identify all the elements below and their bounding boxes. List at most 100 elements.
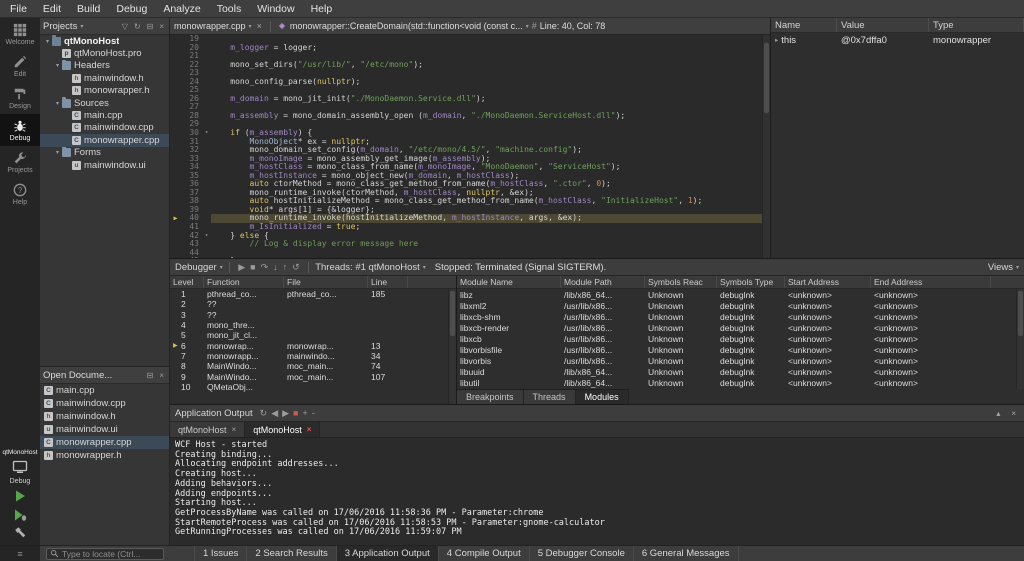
tree-item[interactable]: ▾Headers	[40, 60, 169, 72]
tree-item[interactable]: mainwindow.ui	[40, 159, 169, 171]
menu-debug[interactable]: Debug	[108, 0, 155, 17]
close-tab-icon[interactable]: ×	[307, 425, 312, 434]
close-document-icon[interactable]: ×	[255, 21, 264, 31]
close-pane-icon[interactable]: ×	[157, 371, 166, 380]
editor-scrollbar[interactable]	[762, 35, 770, 258]
stack-frame[interactable]: 7monowrapp...mainwindo...34	[170, 351, 456, 361]
scrollbar-thumb[interactable]	[450, 291, 455, 336]
open-document-item[interactable]: main.cpp	[40, 384, 169, 397]
tree-item[interactable]: mainwindow.cpp	[40, 122, 169, 134]
open-document-item[interactable]: mainwindow.h	[40, 410, 169, 423]
output-pane-button-5[interactable]: 5 Debugger Console	[530, 546, 634, 561]
locator-input[interactable]	[62, 549, 160, 559]
stack-frame[interactable]: 8MainWindo...moc_main...74	[170, 361, 456, 371]
stack-frame[interactable]: ▶6monowrap...monowrap...13	[170, 340, 456, 350]
module-row[interactable]: libvorbisfile/usr/lib/x86...Unknowndebug…	[457, 344, 1024, 355]
close-pane-icon[interactable]: ×	[1008, 409, 1019, 418]
locals-column-header[interactable]: Type	[929, 18, 1024, 32]
open-document-item[interactable]: mainwindow.ui	[40, 423, 169, 436]
views-button[interactable]: Views ▾	[988, 262, 1019, 273]
modules-column-header[interactable]: Module Name	[457, 276, 561, 288]
tree-item[interactable]: monowrapper.h	[40, 85, 169, 97]
menu-help[interactable]: Help	[303, 0, 341, 17]
run-button[interactable]	[12, 488, 28, 504]
module-row[interactable]: libuuid/lib/x86_64...Unknowndebuglnk<unk…	[457, 366, 1024, 377]
locals-column-header[interactable]: Name	[771, 18, 837, 32]
continue-icon[interactable]: ▶	[236, 262, 248, 273]
modules-column-header[interactable]: End Address	[871, 276, 991, 288]
code-line[interactable]: 44	[170, 249, 762, 258]
debugger-tab-modules[interactable]: Modules	[576, 390, 629, 404]
scrollbar-thumb[interactable]	[1018, 291, 1023, 336]
locals-column-header[interactable]: Value	[837, 18, 929, 32]
open-document-item[interactable]: monowrapper.h	[40, 449, 169, 462]
stack-column-header[interactable]: Line	[368, 276, 408, 288]
module-row[interactable]: libxml2/usr/lib/x86...Unknowndebuglnk<un…	[457, 300, 1024, 311]
mode-projects[interactable]: Projects	[0, 146, 40, 178]
output-console[interactable]: WCF Host - startedCreating binding...All…	[170, 438, 1024, 545]
debug-run-button[interactable]	[12, 507, 28, 523]
modules-column-header[interactable]: Symbols Reac	[645, 276, 717, 288]
tree-item[interactable]: main.cpp	[40, 109, 169, 121]
output-pane-button-4[interactable]: 4 Compile Output	[439, 546, 530, 561]
close-pane-icon[interactable]: ×	[157, 22, 166, 31]
pane-selector-dropdown[interactable]: Projects ▾	[43, 21, 118, 32]
tree-item[interactable]: ▾Sources	[40, 97, 169, 109]
mode-edit[interactable]: Edit	[0, 50, 40, 82]
mode-help[interactable]: ?Help	[0, 178, 40, 210]
stack-scrollbar[interactable]	[448, 289, 456, 404]
tree-item[interactable]: ▾Forms	[40, 147, 169, 159]
locator[interactable]	[46, 548, 164, 560]
split-icon[interactable]: ⊟	[145, 22, 156, 31]
output-pane-button-3[interactable]: 3 Application Output	[337, 546, 439, 561]
step-out-icon[interactable]: ↑	[280, 262, 290, 272]
stack-frame[interactable]: 10QMetaObj...	[170, 382, 456, 392]
code-line[interactable]: 26 m_domain = mono_jit_init("./MonoDaemo…	[170, 95, 762, 104]
stack-frame[interactable]: 1pthread_co...pthread_co...185	[170, 289, 456, 299]
code-line[interactable]: 43 // Log & display error message here	[170, 240, 762, 249]
code-editor[interactable]: 1920 m_logger = logger;2122 mono_set_dir…	[170, 35, 762, 258]
open-document-item[interactable]: mainwindow.cpp	[40, 397, 169, 410]
build-button[interactable]	[13, 526, 27, 542]
output-pane-button-2[interactable]: 2 Search Results	[247, 546, 336, 561]
debugger-tab-breakpoints[interactable]: Breakpoints	[457, 390, 524, 404]
symbol-dropdown[interactable]: monowrapper::CreateDomain(std::function<…	[290, 21, 529, 31]
pane-selector-dropdown[interactable]: Open Docume...	[43, 370, 143, 381]
stack-frame[interactable]: 4mono_thre...	[170, 320, 456, 330]
tree-item[interactable]: monowrapper.cpp	[40, 134, 169, 146]
code-line[interactable]: 28 m_assembly = mono_domain_assembly_ope…	[170, 112, 762, 121]
code-line[interactable]: 24 mono_config_parse(nullptr);	[170, 78, 762, 87]
next-icon[interactable]: ▶	[280, 408, 291, 419]
mode-debug[interactable]: Debug	[0, 114, 40, 146]
output-tab[interactable]: qtMonoHost×	[245, 422, 320, 437]
menu-tools[interactable]: Tools	[209, 0, 250, 17]
menu-analyze[interactable]: Analyze	[155, 0, 208, 17]
menu-edit[interactable]: Edit	[35, 0, 69, 17]
locals-row[interactable]: ▸this@0x7dffa0monowrapper	[771, 33, 1024, 47]
stack-frame[interactable]: 9MainWindo...moc_main...107	[170, 371, 456, 381]
scrollbar-thumb[interactable]	[764, 43, 769, 113]
code-line[interactable]: 20 m_logger = logger;	[170, 44, 762, 53]
filter-icon[interactable]: ▽	[120, 22, 130, 31]
tree-item[interactable]: mainwindow.h	[40, 72, 169, 84]
stack-frame[interactable]: 2??	[170, 299, 456, 309]
split-icon[interactable]: ⊟	[145, 371, 156, 380]
modules-column-header[interactable]: Start Address	[785, 276, 871, 288]
output-tab[interactable]: qtMonoHost×	[170, 422, 245, 437]
restart-icon[interactable]: ↺	[290, 262, 303, 273]
module-row[interactable]: libvorbis/usr/lib/x86...Unknowndebuglnk<…	[457, 355, 1024, 366]
modules-column-header[interactable]: Module Path	[561, 276, 645, 288]
close-tab-icon[interactable]: ×	[232, 425, 237, 434]
threads-selector[interactable]: Threads: #1 qtMonoHost ▾	[315, 262, 426, 273]
modules-column-header[interactable]: Symbols Type	[717, 276, 785, 288]
step-into-icon[interactable]: ↓	[271, 262, 281, 272]
stack-column-header[interactable]: File	[284, 276, 368, 288]
stop-icon[interactable]: ■	[248, 262, 258, 272]
zoom-in-icon[interactable]: +	[300, 408, 309, 418]
sync-icon[interactable]: ↻	[132, 22, 143, 31]
mode-welcome[interactable]: Welcome	[0, 18, 40, 50]
debugger-tab-threads[interactable]: Threads	[524, 390, 576, 404]
output-pane-button-1[interactable]: 1 Issues	[194, 546, 247, 561]
output-pane-button-6[interactable]: 6 General Messages	[634, 546, 739, 561]
menu-window[interactable]: Window	[249, 0, 302, 17]
